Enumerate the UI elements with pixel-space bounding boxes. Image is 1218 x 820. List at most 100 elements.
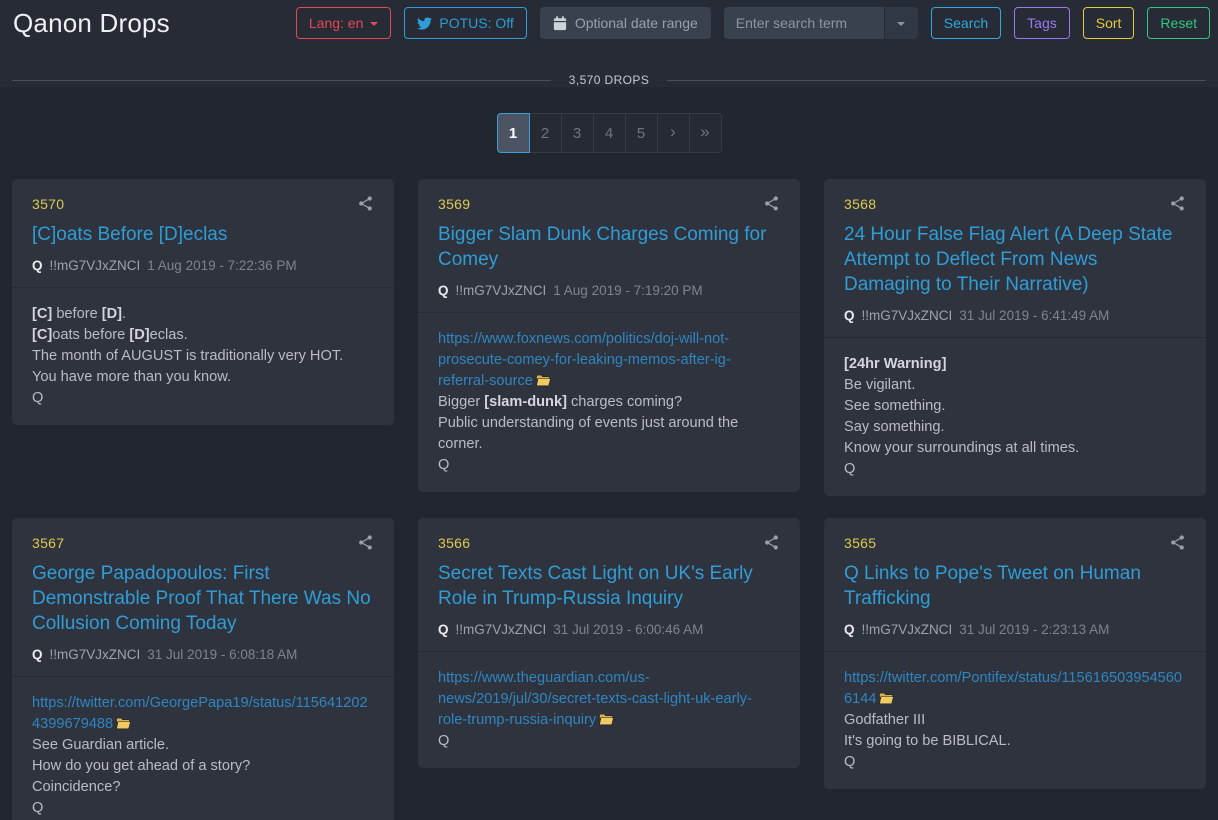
drop-link-line: https://twitter.com/GeorgePapa19/status/… <box>32 693 374 735</box>
drop-tripcode: !!mG7VJxZNCI <box>50 647 141 662</box>
drop-title-link[interactable]: Secret Texts Cast Light on UK's Early Ro… <box>438 561 780 611</box>
drop-body: https://www.theguardian.com/us-news/2019… <box>418 651 800 768</box>
calendar-icon <box>553 16 567 31</box>
caret-down-icon <box>370 22 378 26</box>
drop-number-link[interactable]: 3569 <box>438 196 470 212</box>
drop-body: https://twitter.com/Pontifex/status/1156… <box>824 651 1206 789</box>
share-button[interactable] <box>357 534 374 551</box>
drop-title-link[interactable]: George Papadopoulos: First Demonstrable … <box>32 561 374 636</box>
lang-dropdown-button[interactable]: Lang: en <box>296 7 392 39</box>
pagination-page-4[interactable]: 4 <box>593 113 626 153</box>
drop-link-line: https://www.foxnews.com/politics/doj-wil… <box>438 329 780 392</box>
divider-line <box>12 80 551 81</box>
drop-meta: Q!!mG7VJxZNCI1 Aug 2019 - 7:19:20 PM <box>438 283 780 298</box>
drop-text-line: Bigger [slam-dunk] charges coming? <box>438 392 780 413</box>
drop-number-link[interactable]: 3567 <box>32 535 64 551</box>
drop-timestamp: 31 Jul 2019 - 6:41:49 AM <box>959 308 1109 323</box>
drop-title-link[interactable]: [C]oats Before [D]eclas <box>32 222 374 247</box>
pagination-page-5[interactable]: 5 <box>625 113 658 153</box>
drop-card: 3565 Q Links to Pope's Tweet on Human Tra… <box>824 518 1206 789</box>
drop-text-line: Be vigilant. <box>844 375 1186 396</box>
divider-line <box>667 80 1206 81</box>
drop-number-row: 3565 <box>844 534 1186 551</box>
drop-link[interactable]: https://www.foxnews.com/politics/doj-wil… <box>438 331 731 389</box>
drop-card: 3567 George Papadopoulos: First Demonstra… <box>12 518 394 820</box>
drop-body: [24hr Warning]Be vigilant.See something.… <box>824 337 1206 496</box>
drop-title-link[interactable]: 24 Hour False Flag Alert (A Deep State A… <box>844 222 1186 297</box>
drop-title-link[interactable]: Q Links to Pope's Tweet on Human Traffic… <box>844 561 1186 611</box>
drop-timestamp: 1 Aug 2019 - 7:19:20 PM <box>553 283 702 298</box>
drop-text-line: [24hr Warning] <box>844 354 1186 375</box>
drop-tripcode: !!mG7VJxZNCI <box>50 258 141 273</box>
drop-link[interactable]: https://twitter.com/GeorgePapa19/status/… <box>32 695 368 732</box>
drops-count: 3,570 DROPS <box>569 73 649 87</box>
share-button[interactable] <box>357 195 374 212</box>
drop-number-link[interactable]: 3566 <box>438 535 470 551</box>
share-button[interactable] <box>763 195 780 212</box>
share-button[interactable] <box>1169 534 1186 551</box>
topbar: Qanon Drops Lang: en POTUS: Off Optional… <box>0 0 1218 87</box>
drop-text-line: Q <box>438 455 780 476</box>
search-group <box>724 7 918 39</box>
drop-tripcode: !!mG7VJxZNCI <box>456 622 547 637</box>
search-button[interactable]: Search <box>931 7 1001 39</box>
drop-card-header: 3569 Bigger Slam Dunk Charges Coming for … <box>418 179 800 312</box>
drop-number-row: 3567 <box>32 534 374 551</box>
drop-title-link[interactable]: Bigger Slam Dunk Charges Coming for Come… <box>438 222 780 272</box>
drop-author: Q <box>438 622 449 637</box>
drop-text-line: Godfather III <box>844 710 1186 731</box>
pagination-next-button[interactable]: › <box>657 113 690 153</box>
drop-number-link[interactable]: 3568 <box>844 196 876 212</box>
drop-meta: Q!!mG7VJxZNCI31 Jul 2019 - 6:08:18 AM <box>32 647 374 662</box>
drop-meta: Q !!mG7VJxZNCI 1 Aug 2019 - 7:22:36 PM <box>32 258 374 273</box>
drop-author: Q <box>438 283 449 298</box>
drop-text-line: You have more than you know. <box>32 367 374 388</box>
navbar: Qanon Drops Lang: en POTUS: Off Optional… <box>0 0 1218 46</box>
folder-icon <box>599 713 614 726</box>
drop-text-line: Q <box>844 459 1186 480</box>
drop-timestamp: 1 Aug 2019 - 7:22:36 PM <box>147 258 296 273</box>
drop-link[interactable]: https://twitter.com/Pontifex/status/1156… <box>844 670 1182 707</box>
folder-icon <box>536 374 551 387</box>
share-icon <box>357 534 374 551</box>
drop-card-header: 3565 Q Links to Pope's Tweet on Human Tra… <box>824 518 1206 651</box>
drop-link[interactable]: https://www.theguardian.com/us-news/2019… <box>438 670 752 728</box>
drop-author: Q <box>32 258 43 273</box>
pagination-page-3[interactable]: 3 <box>561 113 594 153</box>
navbar-controls: Lang: en POTUS: Off Optional date range <box>296 7 1210 39</box>
drop-timestamp: 31 Jul 2019 - 6:08:18 AM <box>147 647 297 662</box>
tags-button-label: Tags <box>1027 15 1057 31</box>
drop-text-line: [C]oats before [D]eclas. <box>32 325 374 346</box>
search-input[interactable] <box>724 7 884 39</box>
drop-text-line: Coincidence? <box>32 777 374 798</box>
pagination-page-1[interactable]: 1 <box>497 113 530 153</box>
drop-card: 3568 24 Hour False Flag Alert (A Deep Sta… <box>824 179 1206 496</box>
folder-icon <box>879 692 894 705</box>
main-content: 12345›» 3570[C]oats Before [D]eclasQ!!mG… <box>0 113 1218 820</box>
potus-toggle-button[interactable]: POTUS: Off <box>404 7 526 39</box>
drop-text-line: See something. <box>844 396 1186 417</box>
drop-number-link[interactable]: 3565 <box>844 535 876 551</box>
search-dropdown-button[interactable] <box>884 7 918 39</box>
folder-icon <box>879 692 894 705</box>
cards-grid: 3570[C]oats Before [D]eclasQ!!mG7VJxZNCI… <box>0 179 1218 820</box>
share-button[interactable] <box>1169 195 1186 212</box>
caret-down-icon <box>897 22 905 26</box>
pagination-page-2[interactable]: 2 <box>529 113 562 153</box>
drop-tripcode: !!mG7VJxZNCI <box>862 308 953 323</box>
drop-text-line: See Guardian article. <box>32 735 374 756</box>
share-button[interactable] <box>763 534 780 551</box>
drop-card-header: 3567 George Papadopoulos: First Demonstra… <box>12 518 394 676</box>
pagination-last-button[interactable]: » <box>689 113 722 153</box>
drop-text-line: It's going to be BIBLICAL. <box>844 731 1186 752</box>
tags-button[interactable]: Tags <box>1014 7 1070 39</box>
sort-button[interactable]: Sort <box>1083 7 1135 39</box>
twitter-icon <box>417 16 432 31</box>
reset-button[interactable]: Reset <box>1147 7 1210 39</box>
date-range-button[interactable]: Optional date range <box>540 7 711 39</box>
search-button-label: Search <box>944 15 988 31</box>
drop-timestamp: 31 Jul 2019 - 2:23:13 AM <box>959 622 1109 637</box>
drop-number-link[interactable]: 3570 <box>32 196 64 212</box>
reset-button-label: Reset <box>1160 15 1197 31</box>
drop-link-line: https://twitter.com/Pontifex/status/1156… <box>844 668 1186 710</box>
